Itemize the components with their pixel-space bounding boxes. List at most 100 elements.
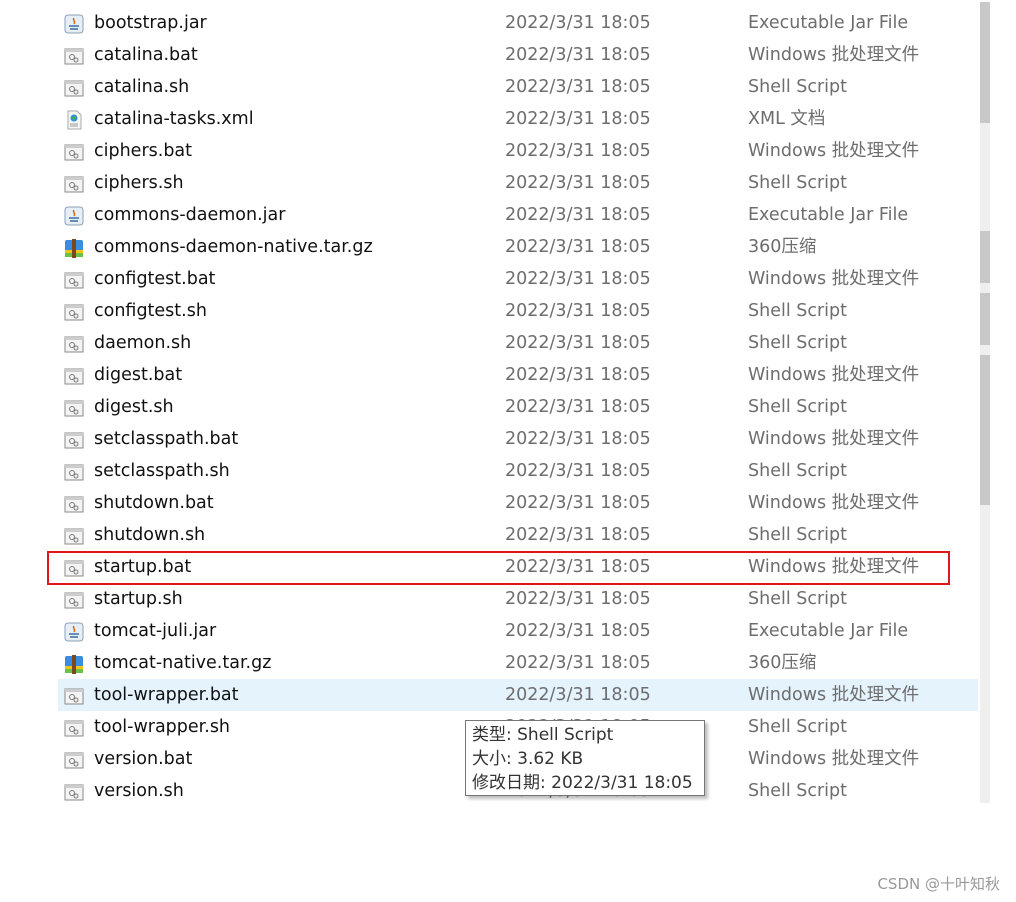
file-type: Shell Script (748, 173, 848, 193)
file-date: 2022/3/31 18:05 (505, 525, 651, 545)
scrollbar-thumb-segment[interactable] (980, 355, 990, 505)
file-type: Shell Script (748, 525, 848, 545)
file-name: commons-daemon.jar (94, 205, 286, 225)
file-type: Windows 批处理文件 (748, 557, 920, 577)
file-row[interactable]: tomcat-native.tar.gz 2022/3/31 18:05 360… (58, 647, 978, 679)
jar-file-icon (64, 13, 84, 34)
file-row[interactable]: commons-daemon-native.tar.gz 2022/3/31 1… (58, 231, 978, 263)
scrollbar-thumb-segment[interactable] (980, 293, 990, 345)
file-name: configtest.bat (94, 269, 216, 289)
file-row[interactable]: daemon.sh 2022/3/31 18:05 Shell Script (58, 327, 978, 359)
file-type: Windows 批处理文件 (748, 749, 920, 769)
script-file-icon (64, 493, 84, 513)
file-name: setclasspath.bat (94, 429, 239, 449)
scrollbar-thumb[interactable] (980, 2, 990, 123)
file-type: Windows 批处理文件 (748, 429, 920, 449)
file-name: configtest.sh (94, 301, 207, 321)
script-file-icon (64, 141, 84, 161)
file-name: digest.bat (94, 365, 183, 385)
file-row[interactable]: catalina.bat 2022/3/31 18:05 Windows 批处理… (58, 39, 978, 71)
script-file-icon (64, 45, 84, 65)
file-type: Windows 批处理文件 (748, 685, 920, 705)
file-name: shutdown.bat (94, 493, 214, 513)
file-row[interactable]: bootstrap.jar 2022/3/31 18:05 Executable… (58, 7, 978, 39)
file-date: 2022/3/31 18:05 (505, 45, 651, 65)
script-file-icon (64, 397, 84, 417)
file-name: shutdown.sh (94, 525, 206, 545)
jar-file-icon (64, 205, 84, 226)
file-row[interactable]: digest.bat 2022/3/31 18:05 Windows 批处理文件 (58, 359, 978, 391)
file-name: tomcat-native.tar.gz (94, 653, 272, 673)
file-type: Shell Script (748, 781, 848, 801)
file-type: Windows 批处理文件 (748, 141, 920, 161)
file-row[interactable]: configtest.sh 2022/3/31 18:05 Shell Scri… (58, 295, 978, 327)
file-type: Windows 批处理文件 (748, 269, 920, 289)
file-row[interactable]: tomcat-juli.jar 2022/3/31 18:05 Executab… (58, 615, 978, 647)
file-type: Shell Script (748, 589, 848, 609)
script-file-icon (64, 589, 84, 609)
script-file-icon (64, 685, 84, 705)
file-row[interactable]: tool-wrapper.bat 2022/3/31 18:05 Windows… (58, 679, 978, 711)
file-row[interactable]: commons-daemon.jar 2022/3/31 18:05 Execu… (58, 199, 978, 231)
file-type: Shell Script (748, 77, 848, 97)
file-type: Executable Jar File (748, 621, 909, 641)
file-type: Shell Script (748, 301, 848, 321)
file-date: 2022/3/31 18:05 (505, 301, 651, 321)
file-type: Executable Jar File (748, 205, 909, 225)
file-type: Shell Script (748, 397, 848, 417)
file-date: 2022/3/31 18:05 (505, 205, 651, 225)
file-type: Shell Script (748, 461, 848, 481)
file-date: 2022/3/31 18:05 (505, 589, 651, 609)
file-row[interactable]: ciphers.sh 2022/3/31 18:05 Shell Script (58, 167, 978, 199)
archive-file-icon (64, 653, 84, 674)
scrollbar-thumb-segment[interactable] (980, 231, 990, 283)
file-row[interactable]: shutdown.sh 2022/3/31 18:05 Shell Script (58, 519, 978, 551)
file-row[interactable]: ciphers.bat 2022/3/31 18:05 Windows 批处理文… (58, 135, 978, 167)
script-file-icon (64, 717, 84, 737)
file-name: tool-wrapper.sh (94, 717, 231, 737)
file-row[interactable]: setclasspath.bat 2022/3/31 18:05 Windows… (58, 423, 978, 455)
script-file-icon (64, 525, 84, 545)
file-name: digest.sh (94, 397, 174, 417)
file-date: 2022/3/31 18:05 (505, 429, 651, 449)
file-type: Windows 批处理文件 (748, 45, 920, 65)
file-type: 360压缩 (748, 653, 817, 673)
file-date: 2022/3/31 18:05 (505, 269, 651, 289)
archive-file-icon (64, 237, 84, 258)
file-date: 2022/3/31 18:05 (505, 557, 651, 577)
script-file-icon (64, 749, 84, 769)
file-date: 2022/3/31 18:05 (505, 109, 651, 129)
file-row[interactable]: catalina-tasks.xml 2022/3/31 18:05 XML 文… (58, 103, 978, 135)
file-row[interactable]: digest.sh 2022/3/31 18:05 Shell Script (58, 391, 978, 423)
file-row[interactable]: startup.sh 2022/3/31 18:05 Shell Script (58, 583, 978, 615)
file-row[interactable]: shutdown.bat 2022/3/31 18:05 Windows 批处理… (58, 487, 978, 519)
file-row[interactable]: configtest.bat 2022/3/31 18:05 Windows 批… (58, 263, 978, 295)
script-file-icon (64, 365, 84, 385)
file-date: 2022/3/31 18:05 (505, 77, 651, 97)
tooltip-size: 大小: 3.62 KB (472, 749, 584, 769)
file-name: ciphers.bat (94, 141, 193, 161)
vertical-scrollbar[interactable] (980, 2, 990, 803)
xml-file-icon (64, 109, 84, 130)
file-date: 2022/3/31 18:05 (505, 653, 651, 673)
script-file-icon (64, 429, 84, 449)
file-row[interactable]: startup.bat 2022/3/31 18:05 Windows 批处理文… (58, 551, 978, 583)
file-date: 2022/3/31 18:05 (505, 621, 651, 641)
file-date: 2022/3/31 18:05 (505, 397, 651, 417)
file-type: Windows 批处理文件 (748, 365, 920, 385)
file-name: daemon.sh (94, 333, 192, 353)
file-row[interactable]: catalina.sh 2022/3/31 18:05 Shell Script (58, 71, 978, 103)
file-type: Shell Script (748, 717, 848, 737)
file-name: setclasspath.sh (94, 461, 230, 481)
jar-file-icon (64, 621, 84, 642)
file-date: 2022/3/31 18:05 (505, 237, 651, 257)
script-file-icon (64, 77, 84, 97)
file-list: bootstrap.jar 2022/3/31 18:05 Executable… (58, 7, 978, 807)
script-file-icon (64, 173, 84, 193)
file-row[interactable]: setclasspath.sh 2022/3/31 18:05 Shell Sc… (58, 455, 978, 487)
file-date: 2022/3/31 18:05 (505, 13, 651, 33)
script-file-icon (64, 781, 84, 801)
watermark: CSDN @十叶知秋 (877, 875, 1000, 893)
file-name: catalina.bat (94, 45, 198, 65)
tooltip-type: 类型: Shell Script (472, 725, 614, 745)
